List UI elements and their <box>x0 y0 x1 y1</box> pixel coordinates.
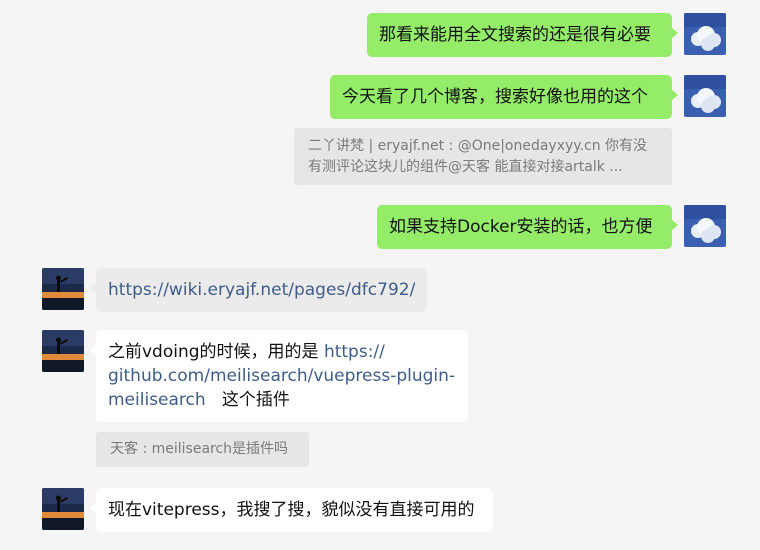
quote-line: 二丫讲梵 | eryajf.net : @One|onedayxyy.cn 你有… <box>308 138 648 154</box>
peer-avatar[interactable] <box>42 488 84 530</box>
message-bubble-self[interactable]: 今天看了几个博客，搜索好像也用的这个 <box>330 75 678 119</box>
message-link[interactable]: github.com/meilisearch/vuepress-plugin- <box>108 366 455 386</box>
self-avatar[interactable] <box>684 205 726 247</box>
message-bubble-peer[interactable]: 现在vitepress，我搜了搜，貌似没有直接可用的 <box>90 488 493 532</box>
message-text: 之前vdoing的时候，用的是 <box>108 342 324 362</box>
message-bubble-self[interactable]: 那看来能用全文搜索的还是很有必要 <box>367 13 678 57</box>
message-bubble-peer[interactable]: https://wiki.eryajf.net/pages/dfc792/ <box>90 268 427 312</box>
message-text: 现在vitepress，我搜了搜，貌似没有直接可用的 <box>108 500 475 520</box>
self-avatar[interactable] <box>684 75 726 117</box>
peer-avatar[interactable] <box>42 268 84 310</box>
message-bubble-peer[interactable]: 之前vdoing的时候，用的是 https:// github.com/meil… <box>90 330 468 422</box>
message-link[interactable]: https:// <box>324 342 385 362</box>
message-text: 如果支持Docker安装的话，也方便 <box>389 217 653 237</box>
message-text: 今天看了几个博客，搜索好像也用的这个 <box>342 87 648 107</box>
quote-line: 天客 : meilisearch是插件吗 <box>110 441 289 457</box>
message-link[interactable]: https://wiki.eryajf.net/pages/dfc792/ <box>108 280 415 300</box>
quote-line: 有测评论这块儿的组件@天客 能直接对接artalk ... <box>308 159 623 175</box>
message-text: 这个插件 <box>221 390 290 410</box>
message-link[interactable]: meilisearch <box>108 390 206 410</box>
message-bubble-self[interactable]: 如果支持Docker安装的话，也方便 <box>377 205 678 249</box>
quoted-message[interactable]: 天客 : meilisearch是插件吗 <box>96 432 309 467</box>
self-avatar[interactable] <box>684 13 726 55</box>
quoted-message[interactable]: 二丫讲梵 | eryajf.net : @One|onedayxyy.cn 你有… <box>294 128 672 185</box>
message-text: 那看来能用全文搜索的还是很有必要 <box>379 25 651 45</box>
peer-avatar[interactable] <box>42 330 84 372</box>
